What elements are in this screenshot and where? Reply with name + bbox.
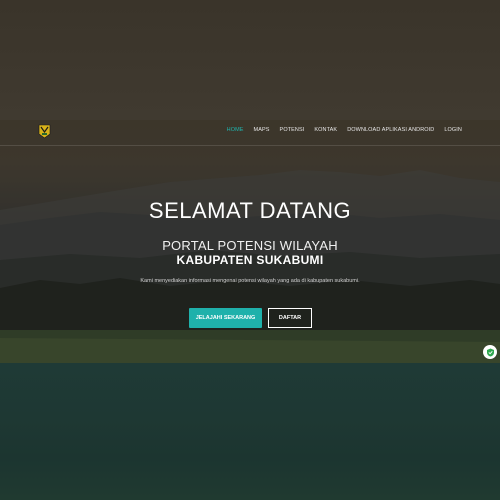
explore-now-button[interactable]: JELAJAHI SEKARANG (189, 308, 262, 328)
nav-home[interactable]: HOME (227, 127, 244, 133)
register-button[interactable]: DAFTAR (268, 308, 312, 328)
nav-login[interactable]: LOGIN (444, 127, 462, 133)
nav-maps[interactable]: MAPS (254, 127, 270, 133)
main-nav: HOME MAPS POTENSI KONTAK DOWNLOAD APLIKA… (217, 127, 462, 133)
nav-download-android[interactable]: DOWNLOAD APLIKASI ANDROID (347, 127, 434, 133)
nav-kontak[interactable]: KONTAK (314, 127, 337, 133)
hero-subtitle: PORTAL POTENSI WILAYAH (162, 238, 338, 253)
regency-emblem-icon[interactable] (38, 124, 51, 139)
hero-description: Kami menyediakan informasi mengenai pote… (140, 278, 360, 284)
navbar (0, 120, 500, 146)
shield-check-icon[interactable] (483, 345, 497, 359)
hero-title: SELAMAT DATANG (148, 198, 352, 223)
lower-background (0, 363, 500, 500)
hero-subtitle-bold: KABUPATEN SUKABUMI (176, 253, 324, 267)
nav-potensi[interactable]: POTENSI (280, 127, 305, 133)
top-background (0, 0, 500, 120)
